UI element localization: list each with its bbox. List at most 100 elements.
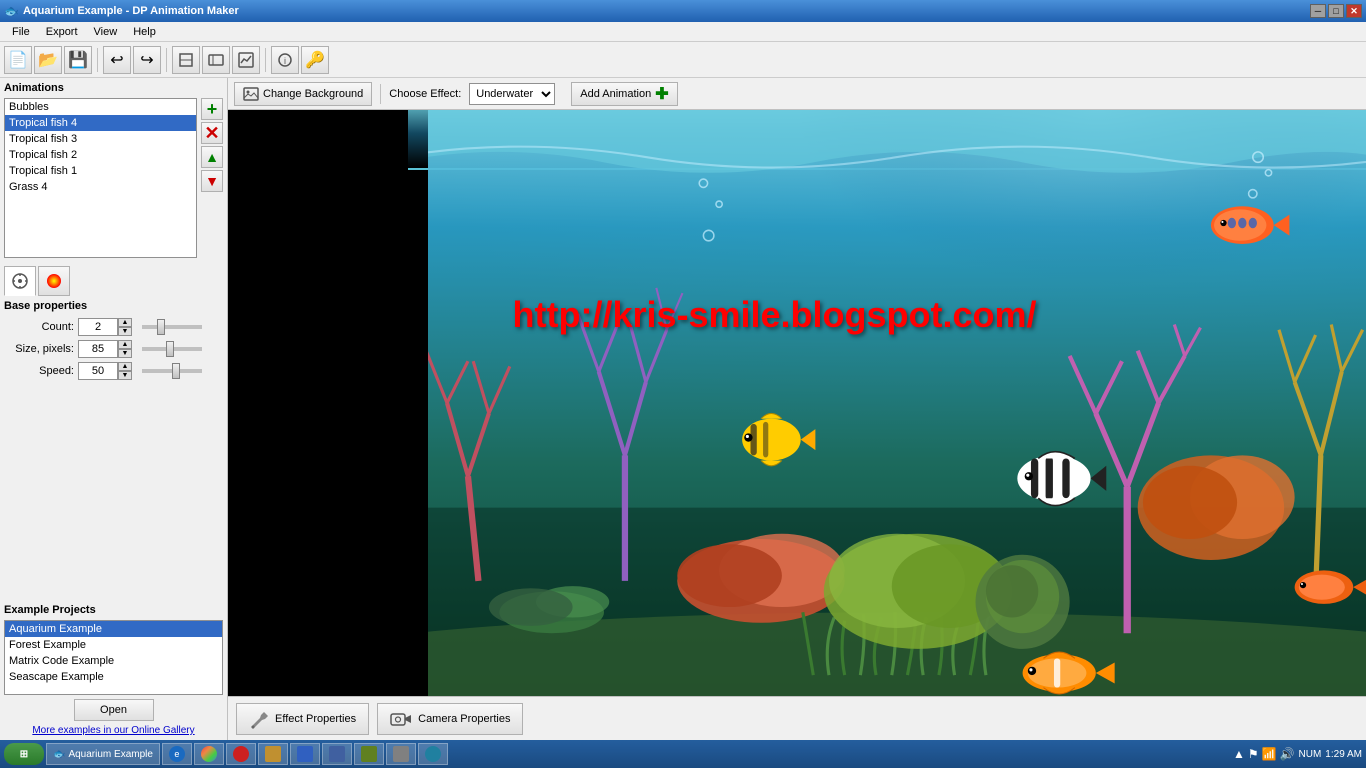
animations-section: Animations Bubbles Tropical fish 4 Tropi… — [4, 82, 223, 258]
toolbar-sep2 — [166, 48, 167, 72]
project-aquarium[interactable]: Aquarium Example — [5, 621, 222, 637]
animations-title: Animations — [4, 82, 64, 94]
anim-item-tropical3[interactable]: Tropical fish 3 — [5, 131, 196, 147]
project-forest[interactable]: Forest Example — [5, 637, 222, 653]
add-icon: ✚ — [655, 84, 668, 104]
count-input[interactable] — [78, 318, 118, 336]
effect-properties-button[interactable]: Effect Properties — [236, 703, 369, 735]
menu-bar: File Export View Help — [0, 22, 1366, 42]
speed-input[interactable] — [78, 362, 118, 380]
taskbar-icon8[interactable] — [386, 743, 416, 765]
count-slider-thumb[interactable] — [157, 319, 165, 335]
start-button[interactable]: ⊞ — [4, 743, 44, 765]
tool3-button[interactable] — [232, 46, 260, 74]
speed-down[interactable]: ▼ — [118, 371, 132, 380]
volume-icon: 🔊 — [1280, 747, 1295, 761]
open-button[interactable]: Open — [74, 699, 154, 721]
tool2-button[interactable] — [202, 46, 230, 74]
key-button[interactable]: 🔑 — [301, 46, 329, 74]
menu-file[interactable]: File — [4, 24, 38, 40]
wrench-icon — [249, 709, 269, 729]
anim-item-bubbles[interactable]: Bubbles — [5, 99, 196, 115]
size-input[interactable] — [78, 340, 118, 358]
move-up-button[interactable]: ▲ — [201, 146, 223, 168]
speed-slider[interactable] — [142, 369, 202, 373]
icon7 — [361, 746, 377, 762]
undo-button[interactable]: ↩ — [103, 46, 131, 74]
taskbar-icon9[interactable] — [418, 743, 448, 765]
add-anim-button[interactable]: + — [201, 98, 223, 120]
count-label: Count: — [4, 321, 74, 333]
taskbar-icon6[interactable] — [322, 743, 352, 765]
effect-toolbar: Change Background Choose Effect: Underwa… — [228, 78, 1366, 110]
camera-icon — [390, 711, 412, 727]
effect-select[interactable]: Underwater Forest Matrix Code Seascape — [469, 83, 555, 105]
tool1-button[interactable] — [172, 46, 200, 74]
size-input-container: ▲ ▼ — [78, 340, 132, 358]
base-properties-title: Base properties — [4, 300, 223, 312]
taskbar-icon5[interactable] — [290, 743, 320, 765]
count-up[interactable]: ▲ — [118, 318, 132, 327]
animations-list[interactable]: Bubbles Tropical fish 4 Tropical fish 3 … — [4, 98, 197, 258]
show-desktop-icon[interactable]: ▲ — [1233, 747, 1245, 761]
tab-properties[interactable] — [4, 266, 36, 296]
maximize-button[interactable]: □ — [1328, 4, 1344, 18]
count-spinner: ▲ ▼ — [118, 318, 132, 336]
tab-color[interactable] — [38, 266, 70, 296]
title-text: Aquarium Example - DP Animation Maker — [23, 5, 239, 17]
base-properties: Base properties Count: ▲ ▼ Size, pixels: — [4, 300, 223, 384]
size-down[interactable]: ▼ — [118, 349, 132, 358]
size-up[interactable]: ▲ — [118, 340, 132, 349]
left-panel: Animations Bubbles Tropical fish 4 Tropi… — [0, 78, 228, 740]
taskbar-icon7[interactable] — [354, 743, 384, 765]
gallery-link[interactable]: More examples in our Online Gallery — [4, 725, 223, 736]
remove-anim-button[interactable]: ✕ — [201, 122, 223, 144]
new-button[interactable]: 📄 — [4, 46, 32, 74]
minimize-button[interactable]: ─ — [1310, 4, 1326, 18]
open-button[interactable]: 📂 — [34, 46, 62, 74]
projects-list[interactable]: Aquarium Example Forest Example Matrix C… — [4, 620, 223, 695]
speed-slider-thumb[interactable] — [172, 363, 180, 379]
example-projects-title: Example Projects — [4, 604, 223, 616]
taskbar-left: ⊞ 🐟 Aquarium Example e — [4, 743, 448, 765]
size-slider[interactable] — [142, 347, 202, 351]
anim-item-grass4[interactable]: Grass 4 — [5, 179, 196, 195]
title-bar-left: 🐟 Aquarium Example - DP Animation Maker — [4, 4, 239, 18]
aquarium-scene — [428, 110, 1366, 696]
info-button[interactable]: i — [271, 46, 299, 74]
tab-area — [4, 266, 223, 296]
anim-item-tropical4[interactable]: Tropical fish 4 — [5, 115, 196, 131]
taskbar-ie-icon[interactable]: e — [162, 743, 192, 765]
close-button[interactable]: ✕ — [1346, 4, 1362, 18]
move-down-button[interactable]: ▼ — [201, 170, 223, 192]
example-projects: Example Projects Aquarium Example Forest… — [4, 604, 223, 736]
menu-view[interactable]: View — [86, 24, 126, 40]
toolbar-sep3 — [265, 48, 266, 72]
count-down[interactable]: ▼ — [118, 327, 132, 336]
taskbar-item-aquarium[interactable]: 🐟 Aquarium Example — [46, 743, 160, 765]
taskbar-icon3[interactable] — [226, 743, 256, 765]
size-slider-thumb[interactable] — [166, 341, 174, 357]
animations-header: Animations — [4, 82, 223, 94]
project-seascape[interactable]: Seascape Example — [5, 669, 222, 685]
effect-properties-label: Effect Properties — [275, 713, 356, 725]
count-row: Count: ▲ ▼ — [4, 318, 223, 336]
menu-help[interactable]: Help — [125, 24, 164, 40]
menu-export[interactable]: Export — [38, 24, 86, 40]
network-icon: 📶 — [1262, 747, 1277, 761]
add-animation-button[interactable]: Add Animation ✚ — [571, 82, 677, 106]
save-button[interactable]: 💾 — [64, 46, 92, 74]
project-matrix[interactable]: Matrix Code Example — [5, 653, 222, 669]
change-background-button[interactable]: Change Background — [234, 82, 372, 106]
icon3 — [233, 746, 249, 762]
taskbar-icon4[interactable] — [258, 743, 288, 765]
camera-properties-button[interactable]: Camera Properties — [377, 703, 523, 735]
redo-button[interactable]: ↪ — [133, 46, 161, 74]
anim-item-tropical2[interactable]: Tropical fish 2 — [5, 147, 196, 163]
anim-item-tropical1[interactable]: Tropical fish 1 — [5, 163, 196, 179]
taskbar-chrome-icon[interactable] — [194, 743, 224, 765]
speed-up[interactable]: ▲ — [118, 362, 132, 371]
clock[interactable]: 1:29 AM — [1325, 749, 1362, 760]
count-slider[interactable] — [142, 325, 202, 329]
animations-buttons: + ✕ ▲ ▼ — [199, 98, 223, 258]
